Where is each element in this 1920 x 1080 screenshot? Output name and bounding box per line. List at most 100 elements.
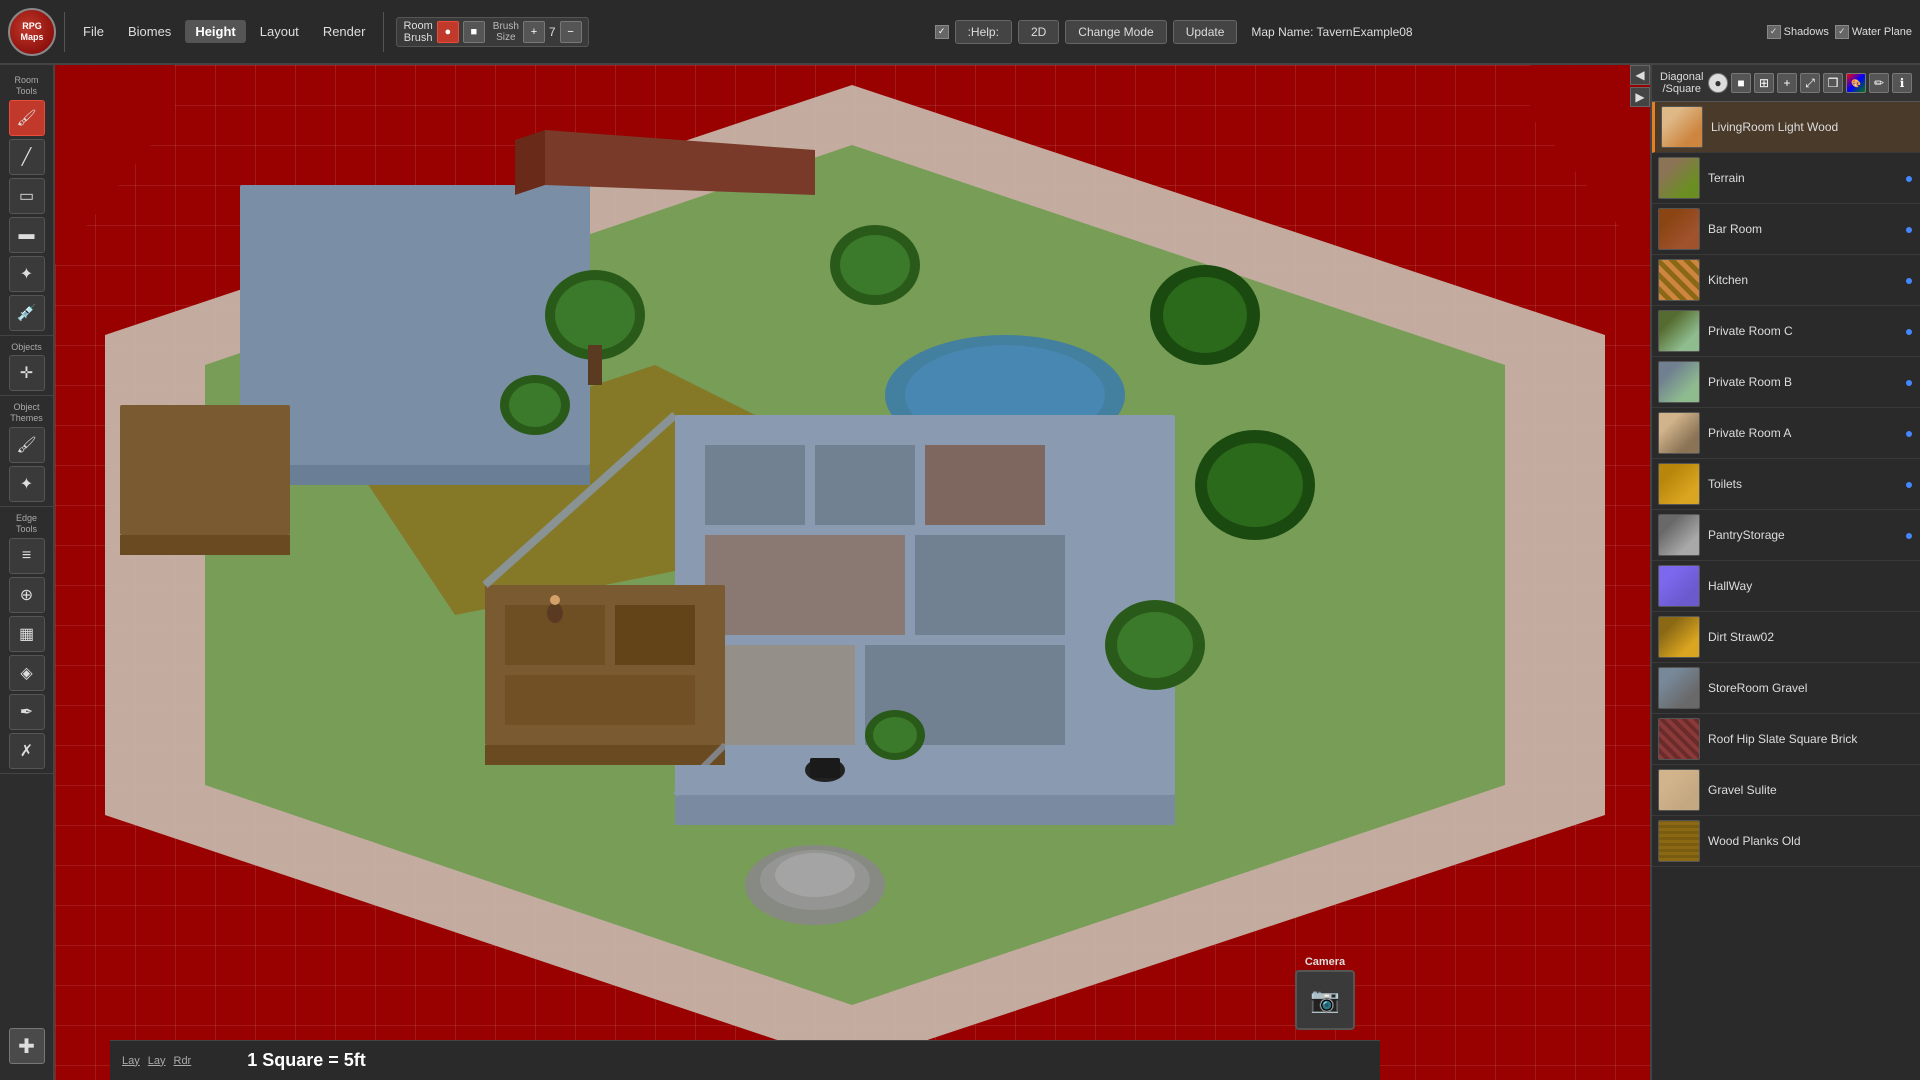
menu-render[interactable]: Render bbox=[313, 20, 376, 43]
paint-tool[interactable]: 🖌 bbox=[9, 100, 45, 136]
layer-storeroom-name: StoreRoom Gravel bbox=[1708, 681, 1914, 695]
theme-pick-tool[interactable]: ✦ bbox=[9, 466, 45, 502]
layer-private-c[interactable]: Private Room C bbox=[1652, 306, 1920, 357]
layer-private-b-thumb bbox=[1658, 361, 1700, 403]
layer-roof-wrapper: Roof Hip Slate Square Brick bbox=[1652, 714, 1920, 765]
layer-private-c-name: Private Room C bbox=[1708, 324, 1914, 338]
select-tool[interactable]: ✦ bbox=[9, 256, 45, 292]
main-canvas[interactable]: Lay Lay Rdr 1 Square = 5ft Camera 📷 bbox=[55, 65, 1650, 1080]
brush-label: Brush bbox=[404, 32, 433, 44]
view-copy-btn[interactable]: ❒ bbox=[1823, 73, 1843, 93]
status-tab-rdr[interactable]: Rdr bbox=[174, 1055, 192, 1067]
menu-biomes[interactable]: Biomes bbox=[118, 20, 181, 43]
water-plane-checkbox[interactable]: ✓ bbox=[1835, 25, 1849, 39]
layer-private-b[interactable]: Private Room B bbox=[1652, 357, 1920, 408]
view-grid-btn[interactable]: ⊞ bbox=[1754, 73, 1774, 93]
layer-wood[interactable]: Wood Planks Old bbox=[1652, 816, 1920, 867]
private-b-dot bbox=[1906, 380, 1912, 386]
room-brush-group: Room Brush ● ■ Brush Size + 7 − bbox=[396, 17, 588, 47]
help-btn[interactable]: :Help: bbox=[955, 20, 1012, 44]
view-move-btn[interactable]: ⤢ bbox=[1800, 73, 1820, 93]
line-tool[interactable]: ╱ bbox=[9, 139, 45, 175]
edge-tool-2[interactable]: ⊕ bbox=[9, 577, 45, 613]
nav-arrow-right[interactable]: ▶ bbox=[1630, 87, 1650, 107]
private-a-dot bbox=[1906, 431, 1912, 437]
menu-height[interactable]: Height bbox=[185, 20, 245, 43]
view-circle-btn[interactable]: ● bbox=[1708, 73, 1728, 93]
divider bbox=[64, 12, 65, 52]
brush-size-label2: Size bbox=[496, 32, 515, 43]
layer-bar-room[interactable]: Bar Room bbox=[1652, 204, 1920, 255]
layer-pantry[interactable]: PantryStorage bbox=[1652, 510, 1920, 561]
view-info-btn[interactable]: ℹ bbox=[1892, 73, 1912, 93]
view-add-btn[interactable]: + bbox=[1777, 73, 1797, 93]
sidebar-top-controls: Diagonal /Square ● ■ ⊞ + ⤢ ❒ 🎨 ✏ ℹ bbox=[1652, 65, 1920, 102]
change-mode-btn[interactable]: Change Mode bbox=[1065, 20, 1166, 44]
edge-tool-1[interactable]: ≡ bbox=[9, 538, 45, 574]
layer-roof[interactable]: Roof Hip Slate Square Brick bbox=[1652, 714, 1920, 765]
theme-paint-tool[interactable]: 🖌 bbox=[9, 427, 45, 463]
map-name-label: Map Name: TavernExample08 bbox=[1243, 21, 1420, 43]
shadows-checkbox[interactable]: ✓ bbox=[1767, 25, 1781, 39]
view-color-btn[interactable]: 🎨 bbox=[1846, 73, 1866, 93]
map-name-value: TavernExample08 bbox=[1317, 25, 1413, 39]
layer-terrain-name: Terrain bbox=[1708, 171, 1914, 185]
brush-size-label: Brush bbox=[493, 21, 519, 32]
objects-tool[interactable]: ✛ bbox=[9, 355, 45, 391]
brush-increase-btn[interactable]: + bbox=[523, 21, 545, 43]
layer-private-a-name: Private Room A bbox=[1708, 426, 1914, 440]
layer-private-c-wrapper: Private Room C bbox=[1652, 306, 1920, 357]
shadows-control: ✓ Shadows bbox=[1767, 25, 1829, 39]
water-plane-label: Water Plane bbox=[1852, 26, 1912, 38]
layer-pantry-wrapper: PantryStorage bbox=[1652, 510, 1920, 561]
2d-btn[interactable]: 2D bbox=[1018, 20, 1059, 44]
view-edit-btn[interactable]: ✏ bbox=[1869, 73, 1889, 93]
layer-toilets[interactable]: Toilets bbox=[1652, 459, 1920, 510]
layer-kitchen-wrapper: Kitchen bbox=[1652, 255, 1920, 306]
layer-private-a[interactable]: Private Room A bbox=[1652, 408, 1920, 459]
layer-bar-room-wrapper: Bar Room bbox=[1652, 204, 1920, 255]
layer-hallway-name: HallWay bbox=[1708, 579, 1914, 593]
menu-file[interactable]: File bbox=[73, 20, 114, 43]
layer-kitchen[interactable]: Kitchen bbox=[1652, 255, 1920, 306]
layer-private-a-wrapper: Private Room A bbox=[1652, 408, 1920, 459]
layer-livingroom-name: LivingRoom Light Wood bbox=[1711, 120, 1914, 134]
brush-square-btn[interactable]: ■ bbox=[463, 21, 485, 43]
eyedropper-tool[interactable]: 💉 bbox=[9, 295, 45, 331]
rect-fill-tool[interactable]: ▬ bbox=[9, 217, 45, 253]
objects-section: Objects ✛ bbox=[0, 338, 53, 397]
edge-tool-5[interactable]: ✒ bbox=[9, 694, 45, 730]
help-checkbox[interactable]: ✓ bbox=[935, 25, 949, 39]
layer-pantry-name: PantryStorage bbox=[1708, 528, 1914, 542]
edge-tool-6[interactable]: ✗ bbox=[9, 733, 45, 769]
layer-gravel[interactable]: Gravel Sulite bbox=[1652, 765, 1920, 816]
brush-decrease-btn[interactable]: − bbox=[560, 21, 582, 43]
camera-icon[interactable]: 📷 bbox=[1295, 970, 1355, 1030]
layer-hallway[interactable]: HallWay bbox=[1652, 561, 1920, 612]
layer-dirt[interactable]: Dirt Straw02 bbox=[1652, 612, 1920, 663]
edge-tools-section: EdgeTools ≡ ⊕ ▦ ◈ ✒ ✗ bbox=[0, 509, 53, 774]
room-tools-label: RoomTools bbox=[14, 75, 38, 97]
layer-pantry-thumb bbox=[1658, 514, 1700, 556]
menu-layout[interactable]: Layout bbox=[250, 20, 309, 43]
add-tool[interactable]: ✚ bbox=[9, 1028, 45, 1064]
status-tab-lay1[interactable]: Lay bbox=[122, 1055, 140, 1067]
diagonal-square-label: Diagonal /Square bbox=[1660, 71, 1703, 95]
layer-storeroom[interactable]: StoreRoom Gravel bbox=[1652, 663, 1920, 714]
status-tab-lay2[interactable]: Lay bbox=[148, 1055, 166, 1067]
edge-tool-3[interactable]: ▦ bbox=[9, 616, 45, 652]
view-square-btn[interactable]: ■ bbox=[1731, 73, 1751, 93]
brush-size-value: 7 bbox=[549, 25, 556, 39]
camera-widget: Camera 📷 bbox=[1290, 956, 1360, 1030]
layer-livingroom[interactable]: LivingRoom Light Wood bbox=[1652, 102, 1920, 153]
edge-tool-4[interactable]: ◈ bbox=[9, 655, 45, 691]
camera-label: Camera bbox=[1290, 956, 1360, 968]
object-themes-section: ObjectThemes 🖌 ✦ bbox=[0, 398, 53, 507]
layer-wood-wrapper: Wood Planks Old bbox=[1652, 816, 1920, 867]
update-btn[interactable]: Update bbox=[1173, 20, 1238, 44]
rect-outline-tool[interactable]: ▭ bbox=[9, 178, 45, 214]
room-tools-section: RoomTools 🖌 ╱ ▭ ▬ ✦ 💉 bbox=[0, 71, 53, 336]
nav-arrow-left[interactable]: ◀ bbox=[1630, 65, 1650, 85]
layer-terrain[interactable]: Terrain bbox=[1652, 153, 1920, 204]
brush-circle-btn[interactable]: ● bbox=[437, 21, 459, 43]
